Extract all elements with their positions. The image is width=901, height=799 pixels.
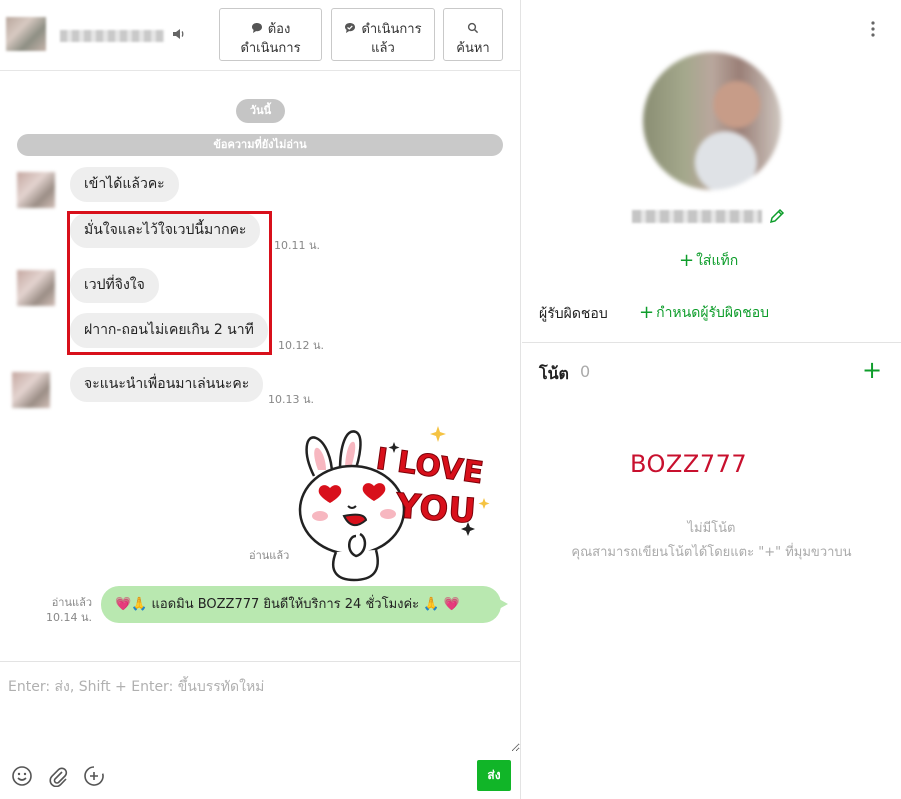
pencil-icon[interactable] <box>768 207 786 225</box>
set-responsible-button[interactable]: + กำหนดผู้รับผิดชอบ <box>639 302 769 324</box>
profile-avatar <box>643 52 781 190</box>
chat-header: ต้อง ดำเนินการ ดำเนินการ แล้ว ค้นหา <box>0 0 521 71</box>
send-button[interactable]: ส่ง <box>477 760 511 791</box>
more-vertical-icon[interactable] <box>867 19 879 39</box>
add-circle-icon[interactable] <box>83 765 105 787</box>
todo-label-1: ต้อง <box>267 20 291 36</box>
message-bubble: เข้าได้แล้วคะ <box>70 167 179 202</box>
done-button[interactable]: ดำเนินการ แล้ว <box>331 8 435 61</box>
done-label-1: ดำเนินการ <box>361 20 422 36</box>
love-sticker[interactable]: I LOVE YOU <box>298 424 504 582</box>
profile-name-blurred <box>632 210 762 223</box>
todo-button[interactable]: ต้อง ดำเนินการ <box>219 8 322 61</box>
chat-app: ต้อง ดำเนินการ ดำเนินการ แล้ว ค้นหา วันน… <box>0 0 901 799</box>
responsible-label: ผู้รับผิดชอบ <box>539 306 608 322</box>
read-label: อ่านแล้ว <box>51 596 92 609</box>
empty-notes-description: คุณสามารถเขียนโน้ตได้โดยแตะ "+" ที่มุมขว… <box>571 545 852 560</box>
composer: ส่ง <box>0 661 521 799</box>
brand-annotation: BOZZ777 <box>630 450 748 478</box>
contact-avatar[interactable] <box>6 17 46 51</box>
chat-icon <box>251 22 262 33</box>
message-time: 10.11 น. <box>274 239 321 252</box>
note-count: 0 <box>580 362 591 381</box>
message-bubble: จะแนะนำเพื่อนมาเล่นนะคะ <box>70 367 264 402</box>
empty-notes-title: ไม่มีโน้ต <box>687 521 736 536</box>
profile-pane: + ใส่แท็ก ผู้รับผิดชอบ + กำหนดผู้รับผิดชอบ… <box>522 0 901 799</box>
outgoing-message-bubble: 💗🙏 แอดมิน BOZZ777 ยินดีให้บริการ 24 ชั่ว… <box>101 586 508 623</box>
message-time: 10.12 น. <box>278 339 325 352</box>
contact-name-blurred <box>60 30 164 42</box>
unread-divider: ข้อความที่ยังไม่อ่าน <box>17 134 503 156</box>
sender-avatar[interactable] <box>12 372 50 408</box>
plus-icon: + <box>679 250 695 271</box>
emoji-icon[interactable] <box>11 765 33 787</box>
sender-avatar[interactable] <box>17 172 55 208</box>
done-label-2: แล้ว <box>371 39 395 55</box>
todo-label-2: ดำเนินการ <box>240 39 301 55</box>
plus-icon: + <box>639 302 655 323</box>
read-receipt-outgoing: อ่านแล้ว 10.14 น. <box>40 595 92 625</box>
add-tag-button[interactable]: + ใส่แท็ก <box>679 250 738 272</box>
add-note-button[interactable]: + <box>862 358 882 382</box>
sender-avatar[interactable] <box>17 270 55 306</box>
message-time: 10.14 น. <box>45 611 92 624</box>
message-time: 10.13 น. <box>268 393 315 406</box>
message-input[interactable] <box>0 662 520 752</box>
search-button[interactable]: ค้นหา <box>443 8 503 61</box>
speaker-icon[interactable] <box>171 26 187 42</box>
set-responsible-label: กำหนดผู้รับผิดชอบ <box>656 305 770 321</box>
attach-icon[interactable] <box>47 765 69 787</box>
date-divider: วันนี้ <box>236 99 285 123</box>
search-label: ค้นหา <box>456 39 490 55</box>
search-icon <box>467 22 479 33</box>
note-label: โน้ต <box>539 364 569 383</box>
read-receipt: อ่านแล้ว <box>249 549 290 562</box>
chat-pane: ต้อง ดำเนินการ ดำเนินการ แล้ว ค้นหา วันน… <box>0 0 521 799</box>
message-list[interactable]: วันนี้ ข้อความที่ยังไม่อ่าน เข้าได้แล้วค… <box>0 72 521 661</box>
chat-check-icon <box>345 22 356 33</box>
highlight-box <box>67 211 272 355</box>
add-tag-label: ใส่แท็ก <box>696 253 739 269</box>
divider <box>522 342 901 343</box>
sticker-text-2: YOU <box>394 486 478 532</box>
